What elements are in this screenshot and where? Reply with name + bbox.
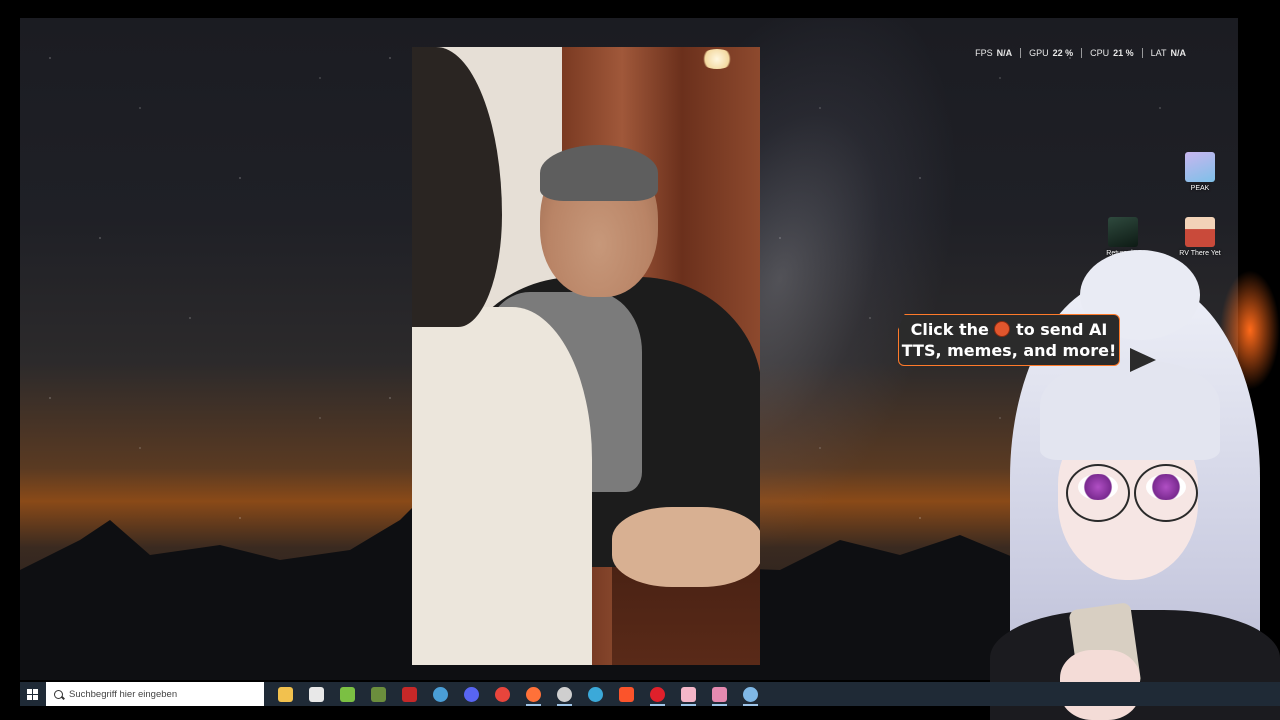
obs-icon: [557, 686, 572, 702]
avatar-glasses-left: [1066, 464, 1130, 522]
brave-icon: [619, 686, 634, 702]
taskbar-search-box[interactable]: Suchbegriff hier eingeben: [46, 682, 264, 706]
opera-icon: [650, 686, 665, 702]
taskbar-app-7[interactable]: [487, 682, 518, 706]
game-launcher-icon: [402, 686, 417, 702]
store-icon: [309, 686, 324, 702]
taskbar-app-10[interactable]: [580, 682, 611, 706]
taskbar-app-5[interactable]: [425, 682, 456, 706]
sword-game-icon: [712, 686, 727, 702]
taskbar-app-0[interactable]: [270, 682, 301, 706]
taskbar-app-11[interactable]: [611, 682, 642, 706]
taskbar-app-8[interactable]: [518, 682, 549, 706]
search-icon: [54, 689, 63, 699]
desktop-icon-label: PEAK: [1190, 185, 1210, 192]
cpu-stat: CPU 21 %: [1082, 48, 1143, 58]
taskbar-app-12[interactable]: [642, 682, 673, 706]
basketball-icon: [994, 321, 1011, 337]
video-lamp: [700, 49, 734, 69]
fps-stat: FPS N/A: [967, 48, 1022, 58]
peak-icon: [1185, 152, 1215, 182]
taskbar-app-3[interactable]: [363, 682, 394, 706]
video-man-hair: [540, 145, 658, 201]
avatar-bangs: [1040, 360, 1220, 460]
callout-line-1: Click the to send AI: [910, 320, 1108, 339]
steam-icon: [433, 686, 448, 702]
android-icon: [340, 686, 355, 702]
taskbar-app-15[interactable]: [735, 682, 766, 706]
avatar-glasses-right: [1134, 464, 1198, 522]
taskbar-app-2[interactable]: [332, 682, 363, 706]
taskbar-app-13[interactable]: [673, 682, 704, 706]
video-player[interactable]: [412, 47, 760, 665]
gpu-stat: GPU 22 %: [1021, 48, 1083, 58]
video-woman-body: [412, 307, 592, 665]
callout-line-2: TTS, memes, and more!: [901, 341, 1117, 360]
returnal-icon: [1108, 217, 1138, 247]
edge-icon: [588, 686, 603, 702]
taskbar-apps: [270, 682, 766, 706]
performance-overlay: FPS N/A GPU 22 % CPU 21 % LAT N/A: [967, 48, 1186, 58]
taskbar-app-4[interactable]: [394, 682, 425, 706]
firefox-icon: [526, 686, 541, 702]
chrome-icon: [495, 686, 510, 702]
taskbar: Suchbegriff hier eingeben: [20, 682, 1280, 706]
latency-stat: LAT N/A: [1150, 48, 1186, 58]
taskbar-app-9[interactable]: [549, 682, 580, 706]
taskbar-app-1[interactable]: [301, 682, 332, 706]
start-button[interactable]: [20, 682, 44, 706]
callout-arrow-icon: [1130, 348, 1156, 372]
file-explorer-icon: [278, 686, 293, 702]
minecraft-icon: [371, 686, 386, 702]
vtuber-app-icon: [681, 686, 696, 702]
rv-there-yet-icon: [1185, 217, 1215, 247]
desktop-icon-peak[interactable]: PEAK: [1170, 152, 1230, 192]
steam-tray-icon: [743, 686, 758, 702]
taskbar-app-6[interactable]: [456, 682, 487, 706]
interaction-callout: Click the to send AI TTS, memes, and mor…: [898, 314, 1120, 366]
search-placeholder: Suchbegriff hier eingeben: [69, 688, 178, 700]
discord-icon: [464, 686, 479, 702]
windows-logo-icon: [26, 688, 38, 700]
taskbar-app-14[interactable]: [704, 682, 735, 706]
video-hands: [612, 507, 760, 587]
